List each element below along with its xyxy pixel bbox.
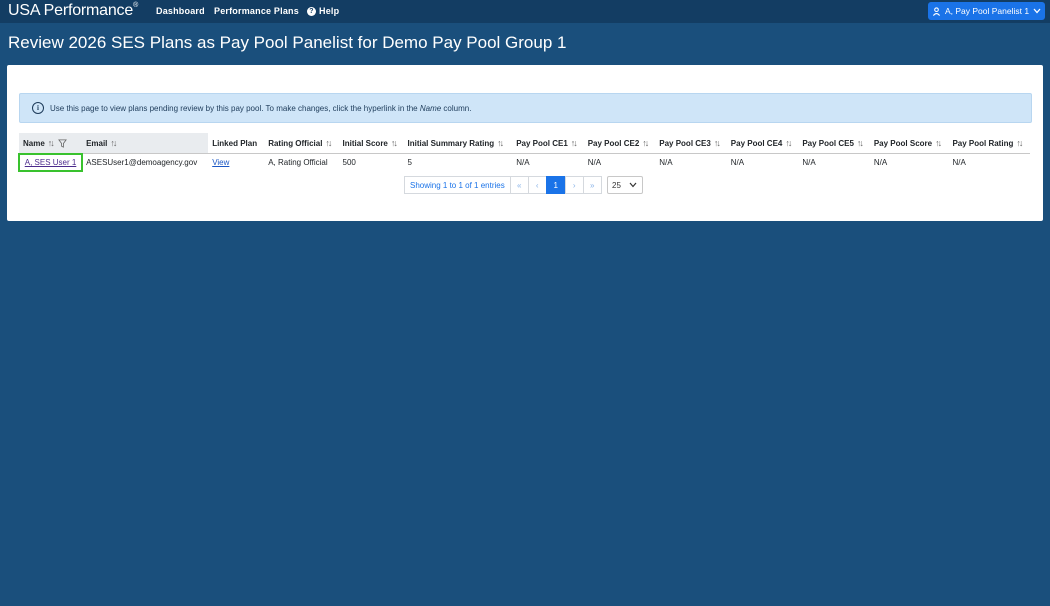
sort-icon[interactable]: ↑↓ [857, 138, 864, 148]
col-rating-official[interactable]: Rating Official ↑↓ [264, 133, 339, 154]
col-name[interactable]: Name ↑↓ [19, 133, 83, 154]
sort-icon[interactable]: ↑↓ [571, 138, 578, 148]
next-page-button[interactable]: › [564, 176, 583, 194]
nav-performance-plans[interactable]: Performance Plans [214, 6, 299, 16]
pay-pool-ce2-cell: N/A [587, 158, 602, 167]
last-page-button[interactable]: » [582, 176, 602, 194]
nav-dashboard[interactable]: Dashboard [156, 6, 205, 16]
sort-icon[interactable]: ↑↓ [110, 138, 117, 148]
col-pay-pool-ce1[interactable]: Pay Pool CE1 ↑↓ [512, 133, 584, 154]
col-pay-pool-ce4[interactable]: Pay Pool CE4 ↑↓ [726, 133, 799, 154]
pay-pool-ce5-cell: N/A [802, 158, 816, 167]
double-chevron-left-icon: « [517, 180, 522, 190]
page-size-value: 25 [612, 180, 621, 190]
rating-official-cell: A, Rating Official [268, 158, 328, 167]
brand-logo[interactable]: USA Performance® [8, 2, 138, 20]
nav-help-label: Help [319, 6, 340, 16]
double-chevron-right-icon: » [590, 180, 595, 190]
linked-plan-cell: View [208, 154, 264, 172]
col-pay-pool-ce3[interactable]: Pay Pool CE3 ↑↓ [655, 133, 727, 154]
sort-icon[interactable]: ↑↓ [714, 138, 721, 148]
chevron-right-icon: › [572, 180, 576, 190]
entries-summary: Showing 1 to 1 of 1 entries [404, 176, 510, 194]
chevron-left-icon: ‹ [535, 180, 539, 190]
col-pay-pool-score[interactable]: Pay Pool Score ↑↓ [869, 133, 949, 154]
info-icon: i [32, 102, 44, 114]
sort-icon[interactable]: ↑↓ [785, 138, 792, 148]
employee-name-link[interactable]: A, SES User 1 [25, 158, 77, 167]
table-row: A, SES User 1 ASESUser1@demoagency.gov V… [17, 152, 1030, 172]
pay-pool-ce1-cell: N/A [516, 158, 530, 167]
help-icon: ? [307, 6, 316, 16]
pagination: Showing 1 to 1 of 1 entries « ‹ 1 › » 25 [404, 176, 643, 194]
user-menu-label: A, Pay Pool Panelist 1 [944, 6, 1030, 16]
sort-icon[interactable]: ↑↓ [391, 138, 398, 148]
table-header-row: Name ↑↓ Email ↑↓ Linked Plan Rating Offici… [19, 133, 1030, 154]
plans-card: i Use this page to view plans pending re… [7, 65, 1043, 221]
sort-icon[interactable]: ↑↓ [1016, 138, 1023, 148]
name-cell: A, SES User 1 [17, 152, 84, 172]
page-title: Review 2026 SES Plans as Pay Pool Paneli… [8, 33, 567, 52]
col-pay-pool-ce2[interactable]: Pay Pool CE2 ↑↓ [583, 133, 656, 154]
filter-icon[interactable] [58, 139, 67, 148]
user-icon [932, 6, 941, 16]
plans-table: Name ↑↓ Email ↑↓ Linked Plan Rating Offici… [17, 133, 1030, 172]
sort-icon[interactable]: ↑↓ [642, 138, 649, 148]
page-1-button[interactable]: 1 [545, 176, 565, 194]
email-cell: ASESUser1@demoagency.gov [86, 158, 198, 167]
pay-pool-ce4-cell: N/A [730, 158, 745, 167]
first-page-button[interactable]: « [509, 176, 528, 194]
col-pay-pool-ce5[interactable]: Pay Pool CE5 ↑↓ [798, 133, 870, 154]
info-text: Use this page to view plans pending revi… [50, 103, 472, 113]
col-email[interactable]: Email ↑↓ [82, 133, 209, 154]
chevron-down-icon [1033, 8, 1041, 14]
prev-page-button[interactable]: ‹ [527, 176, 546, 194]
chevron-down-icon [629, 182, 637, 188]
col-pay-pool-rating[interactable]: Pay Pool Rating ↑↓ [948, 133, 1030, 154]
sort-icon[interactable]: ↑↓ [935, 138, 942, 148]
nav-help[interactable]: ? Help [307, 6, 339, 16]
initial-summary-rating-cell: 5 [407, 158, 412, 167]
pay-pool-ce3-cell: N/A [659, 158, 673, 167]
sort-icon[interactable]: ↑↓ [48, 138, 55, 148]
col-linked-plan: Linked Plan [208, 133, 265, 154]
view-plan-link[interactable]: View [212, 158, 229, 167]
initial-score-cell: 500 [342, 158, 356, 167]
pay-pool-rating-cell: N/A [952, 158, 966, 167]
col-initial-score[interactable]: Initial Score ↑↓ [338, 133, 404, 154]
info-alert: i Use this page to view plans pending re… [19, 93, 1032, 123]
sort-icon[interactable]: ↑↓ [497, 138, 504, 148]
user-menu-button[interactable]: A, Pay Pool Panelist 1 [928, 2, 1045, 20]
pay-pool-score-cell: N/A [873, 158, 888, 167]
col-initial-summary-rating[interactable]: Initial Summary Rating ↑↓ [403, 133, 513, 154]
page-size-select[interactable]: 25 [606, 176, 643, 194]
sort-icon[interactable]: ↑↓ [325, 138, 332, 148]
top-navbar: USA Performance® Dashboard Performance P… [0, 0, 1050, 23]
